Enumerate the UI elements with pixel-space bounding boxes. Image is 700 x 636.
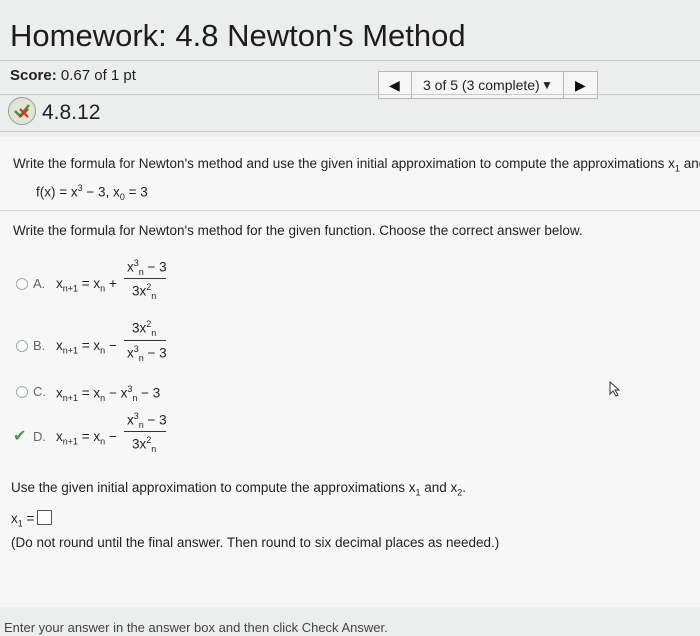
- score-label: Score:: [10, 67, 57, 84]
- fraction-bar: [124, 340, 166, 341]
- page-title: Homework: 4.8 Newton's Method: [10, 18, 466, 53]
- footer-hint: Enter your answer in the answer box and …: [4, 620, 388, 635]
- function-definition: f(x) = x3 − 3, x0 = 3: [36, 183, 148, 203]
- score-value: 0.67 of 1 pt: [60, 67, 136, 84]
- option-a-denominator: 3x2n: [132, 282, 157, 302]
- option-a-numerator: x3n − 3: [127, 258, 167, 278]
- x1-answer-input[interactable]: [37, 510, 52, 525]
- question-number: 4.8.12: [42, 101, 101, 124]
- fraction-bar: [124, 431, 166, 432]
- divider: [0, 94, 700, 95]
- option-c-letter: C.: [33, 384, 46, 399]
- question-panel: Write the formula for Newton's method an…: [0, 137, 700, 607]
- option-a-radio[interactable]: [16, 278, 28, 290]
- divider: [0, 60, 700, 61]
- divider: [0, 210, 700, 211]
- option-a-lhs[interactable]: xn+1 = xn +: [56, 276, 117, 294]
- mouse-cursor-icon: [608, 380, 622, 402]
- option-c-radio[interactable]: [16, 386, 28, 398]
- option-b-numerator: 3x2n: [132, 319, 157, 339]
- chevron-down-icon[interactable]: ▼: [541, 78, 553, 92]
- option-b-letter: B.: [33, 338, 46, 353]
- option-d-letter: D.: [33, 429, 46, 444]
- next-question-button[interactable]: ▶: [575, 77, 586, 94]
- check-icon: ✔: [13, 428, 27, 445]
- fraction-bar: [124, 278, 166, 279]
- part2-prompt: Use the given initial approximation to c…: [11, 480, 467, 498]
- score: Score: 0.67 of 1 pt: [10, 67, 136, 84]
- divider: [0, 131, 700, 132]
- previous-question-button[interactable]: ◀: [389, 77, 400, 94]
- option-d-lhs[interactable]: xn+1 = xn −: [56, 429, 117, 447]
- option-d-numerator: x3n − 3: [127, 411, 167, 431]
- option-c-formula[interactable]: xn+1 = xn − x3n − 3: [56, 384, 160, 403]
- question-selector[interactable]: 3 of 5 (3 complete): [423, 77, 540, 93]
- part1-prompt: Write the formula for Newton's method fo…: [13, 223, 583, 238]
- answer-label: x1 =: [11, 511, 35, 529]
- rounding-note: (Do not round until the final answer. Th…: [11, 535, 500, 550]
- option-b-lhs[interactable]: xn+1 = xn −: [56, 338, 117, 356]
- option-d-denominator: 3x2n: [132, 435, 157, 455]
- instruction: Write the formula for Newton's method an…: [13, 156, 700, 174]
- option-b-denominator: x3n − 3: [127, 344, 167, 364]
- partial-credit-icon: [8, 97, 36, 125]
- option-a-letter: A.: [33, 276, 46, 291]
- option-b-radio[interactable]: [16, 340, 28, 352]
